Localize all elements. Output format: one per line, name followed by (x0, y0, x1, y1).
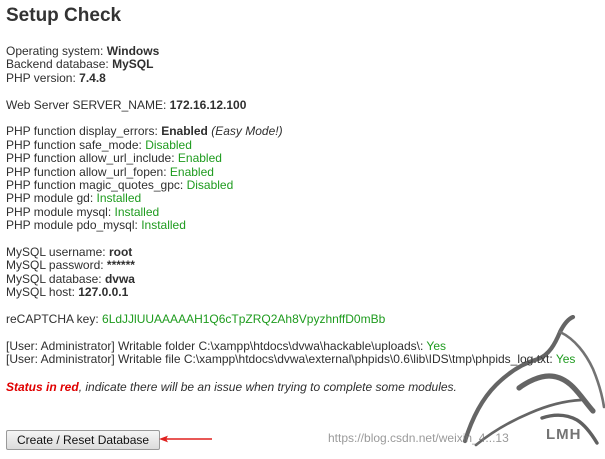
php-module-pdo-mysql-status: Installed (141, 218, 186, 233)
os-line: Operating system: Windows (6, 44, 601, 58)
php-module-mysql-label: PHP module mysql: (6, 204, 115, 219)
php-module-pdo-mysql-label: PHP module pdo_mysql: (6, 218, 142, 233)
php-display-errors-line: PHP function display_errors: Enabled (Ea… (6, 125, 601, 138)
php-magic-quotes-label: PHP function magic_quotes_gpc: (6, 178, 187, 193)
server-name-label: Web Server SERVER_NAME: (6, 97, 170, 112)
php-module-mysql-line: PHP module mysql: Installed (6, 204, 601, 219)
recaptcha-key: 6LdJJlUUAAAAAH1Q6cTpZRQ2Ah8VpyzhnffD0mBb (102, 312, 386, 327)
php-allow-url-fopen-label: PHP function allow_url_fopen: (6, 164, 170, 179)
writable-folder-status: Yes (426, 338, 446, 353)
php-module-mysql-status: Installed (114, 204, 160, 219)
mysql-database-line: MySQL database: dvwa (6, 271, 601, 286)
mysql-database-value: dvwa (104, 271, 135, 286)
backend-db-value: MySQL (112, 57, 154, 72)
create-reset-database-button[interactable]: Create / Reset Database (6, 430, 161, 450)
php-version-label: PHP version: (6, 70, 80, 85)
php-safe-mode-label: PHP function safe_mode: (6, 137, 146, 152)
status-red-text: Status in red (6, 380, 79, 395)
php-magic-quotes-status: Disabled (186, 178, 234, 193)
mysql-host-line: MySQL host: 127.0.0.1 (6, 286, 601, 299)
php-magic-quotes-line: PHP function magic_quotes_gpc: Disabled (6, 178, 601, 193)
php-allow-url-fopen-status: Enabled (169, 164, 214, 179)
server-name-value: 172.16.12.100 (169, 97, 247, 112)
php-version-value: 7.4.8 (79, 70, 106, 85)
php-module-gd-line: PHP module gd: Installed (6, 192, 601, 205)
php-display-errors-status: Enabled (161, 124, 208, 139)
php-module-gd-status: Installed (96, 191, 142, 206)
create-reset-database-wrapper: Create / Reset Database (6, 430, 166, 450)
recaptcha-label: reCAPTCHA key: (6, 312, 103, 327)
mysql-password-line: MySQL password: ****** (6, 259, 601, 272)
page-title: Setup Check (6, 5, 122, 26)
writable-folder-label: [User: Administrator] Writable folder C:… (6, 338, 427, 353)
mysql-password-value: ****** (106, 258, 135, 273)
mysql-host-value: 127.0.0.1 (78, 285, 129, 300)
red-left-arrow-icon (159, 435, 212, 443)
mysql-username-value: root (108, 245, 133, 260)
php-module-pdo-mysql-line: PHP module pdo_mysql: Installed (6, 219, 601, 232)
backend-db-line: Backend database: MySQL (6, 58, 601, 71)
php-safe-mode-line: PHP function safe_mode: Disabled (6, 137, 601, 152)
mysql-database-label: MySQL database: (6, 271, 105, 286)
mysql-host-label: MySQL host: (6, 285, 79, 300)
php-allow-url-include-label: PHP function allow_url_include: (6, 151, 178, 166)
backend-db-label: Backend database: (6, 57, 113, 72)
php-safe-mode-status: Disabled (145, 137, 192, 152)
easy-mode-note: (Easy Mode!) (211, 124, 283, 139)
watermark-url: https://blog.csdn.net/weixin_4...13 (328, 431, 509, 445)
php-allow-url-include-status: Enabled (177, 151, 222, 166)
mysql-username-label: MySQL username: (6, 245, 109, 260)
os-value: Windows (106, 44, 160, 58)
mysql-username-line: MySQL username: root (6, 245, 601, 260)
mysql-password-label: MySQL password: (6, 258, 107, 273)
server-name-line: Web Server SERVER_NAME: 172.16.12.100 (6, 97, 601, 112)
os-label: Operating system: (6, 44, 107, 58)
php-allow-url-include-line: PHP function allow_url_include: Enabled (6, 152, 601, 165)
php-allow-url-fopen-line: PHP function allow_url_fopen: Enabled (6, 164, 601, 179)
php-display-errors-label: PHP function display_errors: (6, 124, 162, 139)
php-version-line: PHP version: 7.4.8 (6, 70, 601, 85)
watermark-brand: LMH (546, 426, 582, 443)
php-module-gd-label: PHP module gd: (6, 191, 97, 206)
status-note-rest: , indicate there will be an issue when t… (78, 380, 457, 395)
